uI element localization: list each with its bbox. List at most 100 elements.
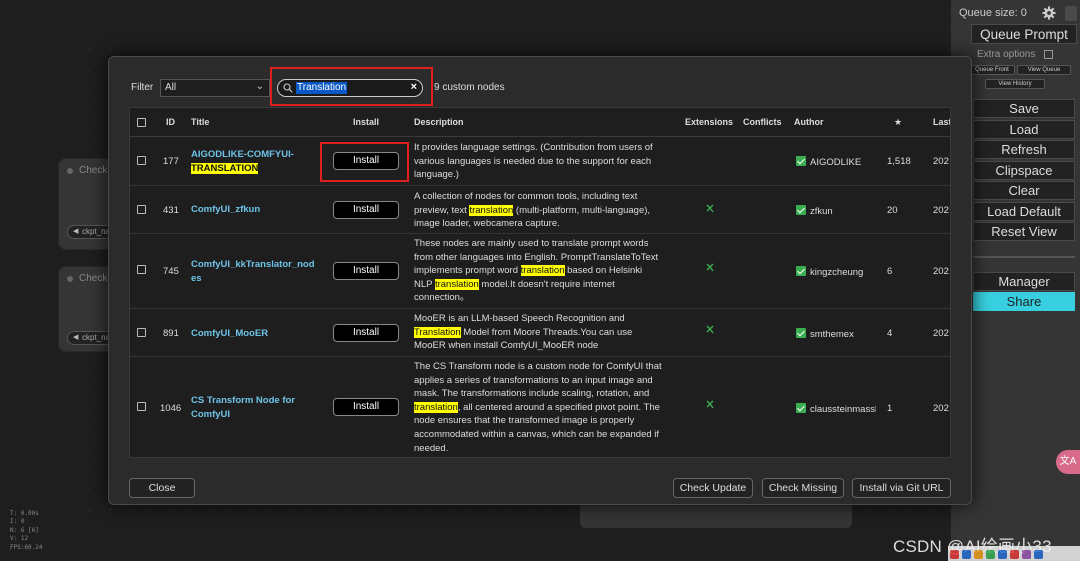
install-button[interactable]: Install bbox=[333, 398, 399, 416]
gear-icon[interactable] bbox=[1042, 6, 1056, 20]
column-header-description[interactable]: Description bbox=[414, 117, 464, 127]
extension-icon[interactable] bbox=[705, 204, 715, 214]
description-text: NLP bbox=[414, 278, 435, 290]
table-header: ID Title Install Description Extensions … bbox=[130, 108, 950, 137]
view-queue-button[interactable]: View Queue bbox=[1017, 65, 1071, 75]
row-checkbox[interactable] bbox=[137, 265, 146, 274]
node-last-update: 202 bbox=[933, 266, 949, 277]
node-description: The CS Transform node is a custom node f… bbox=[414, 360, 676, 455]
search-input[interactable]: Translation × bbox=[277, 79, 423, 97]
manager-button[interactable]: Manager bbox=[973, 272, 1075, 291]
clear-button[interactable]: Clear bbox=[973, 181, 1075, 200]
queue-front-button[interactable]: Queue Front bbox=[969, 65, 1015, 75]
node-author[interactable]: kingzcheung bbox=[796, 266, 863, 278]
tray-icon[interactable] bbox=[1010, 550, 1019, 559]
node-title-link[interactable]: CS Transform Node for ComfyUI bbox=[191, 394, 323, 421]
tray-icon[interactable] bbox=[962, 550, 971, 559]
node-stars: 1,518 bbox=[887, 156, 911, 167]
node-id: 177 bbox=[163, 156, 179, 167]
node-id: 431 bbox=[163, 205, 179, 216]
install-via-git-url-button[interactable]: Install via Git URL bbox=[852, 478, 951, 498]
tray-icon[interactable] bbox=[1034, 550, 1043, 559]
load-button[interactable]: Load bbox=[973, 120, 1075, 139]
arrow-left-icon[interactable]: ◀ bbox=[73, 227, 78, 235]
node-collapse-dot[interactable] bbox=[67, 276, 73, 282]
description-text: implements prompt word bbox=[414, 265, 521, 277]
tray-icon[interactable] bbox=[950, 550, 959, 559]
queue-prompt-button[interactable]: Queue Prompt bbox=[971, 24, 1077, 44]
filter-select-value: All bbox=[165, 82, 177, 93]
description-line: language.) bbox=[414, 169, 459, 181]
tray-icon[interactable] bbox=[986, 550, 995, 559]
node-title-link[interactable]: ComfyUI_kkTranslator_nod es bbox=[191, 258, 323, 285]
node-collapse-dot[interactable] bbox=[67, 168, 73, 174]
node-title-link[interactable]: ComfyUI_zfkun bbox=[191, 203, 323, 217]
extension-icon[interactable] bbox=[705, 400, 715, 410]
table-row: 177 AIGODLIKE-COMFYUI- TRANSLATION Insta… bbox=[130, 137, 950, 186]
search-match-highlight: Translation bbox=[414, 326, 461, 338]
extra-options-checkbox[interactable] bbox=[1044, 50, 1053, 59]
node-author[interactable]: smthemex bbox=[796, 328, 854, 340]
description-line: NLP translation model.It doesn't require… bbox=[414, 278, 676, 292]
filter-label: Filter bbox=[131, 82, 154, 93]
row-checkbox[interactable] bbox=[137, 328, 146, 337]
column-header-id[interactable]: ID bbox=[166, 117, 175, 127]
column-header-author[interactable]: Author bbox=[794, 117, 824, 127]
column-header-conflicts[interactable]: Conflicts bbox=[743, 117, 782, 127]
clipspace-button[interactable]: Clipspace bbox=[973, 161, 1075, 180]
node-last-update: 202 bbox=[933, 205, 949, 216]
tray-icon[interactable] bbox=[974, 550, 983, 559]
install-button[interactable]: Install bbox=[333, 201, 399, 219]
column-header-title[interactable]: Title bbox=[191, 117, 209, 127]
column-header-install[interactable]: Install bbox=[353, 117, 379, 127]
table-row: 1046 CS Transform Node for ComfyUI Insta… bbox=[130, 357, 950, 457]
column-header-stars[interactable]: ★ bbox=[894, 117, 902, 128]
node-author[interactable]: claussteinmassl bbox=[796, 403, 876, 415]
check-missing-button[interactable]: Check Missing bbox=[762, 478, 844, 498]
table-row: 431 ComfyUI_zfkun Install A collection o… bbox=[130, 186, 950, 234]
close-button[interactable]: Close bbox=[129, 478, 195, 498]
description-line: implements prompt word translation based… bbox=[414, 264, 676, 278]
translate-icon[interactable]: 文A bbox=[1056, 450, 1080, 474]
row-checkbox[interactable] bbox=[137, 205, 146, 214]
system-tray bbox=[948, 546, 1080, 561]
description-text: Model from Moore Threads.You can use bbox=[460, 326, 633, 338]
node-title-part: ComfyUI bbox=[191, 408, 231, 420]
column-header-last[interactable]: Last bbox=[933, 117, 950, 127]
node-author[interactable]: AIGODLIKE bbox=[796, 156, 861, 168]
close-icon[interactable]: × bbox=[411, 81, 417, 93]
description-line: various languages is needed due to the s… bbox=[414, 155, 652, 167]
arrow-left-icon[interactable]: ◀ bbox=[73, 333, 78, 341]
tray-icon[interactable] bbox=[1022, 550, 1031, 559]
select-all-checkbox[interactable] bbox=[137, 118, 146, 127]
reset-view-button[interactable]: Reset View bbox=[973, 222, 1075, 241]
node-stars: 1 bbox=[887, 403, 893, 414]
extension-icon[interactable] bbox=[705, 263, 715, 273]
extension-icon[interactable] bbox=[705, 325, 715, 335]
row-checkbox[interactable] bbox=[137, 156, 146, 165]
menu-drag-handle[interactable] bbox=[1065, 6, 1077, 21]
view-history-button[interactable]: View History bbox=[985, 79, 1045, 89]
node-title-link[interactable]: AIGODLIKE-COMFYUI- TRANSLATION bbox=[191, 148, 323, 175]
check-update-button[interactable]: Check Update bbox=[673, 478, 753, 498]
install-button[interactable]: Install bbox=[333, 262, 399, 280]
author-name: kingzcheung bbox=[810, 267, 864, 278]
stat-line: I: 0 bbox=[10, 518, 25, 526]
node-author[interactable]: zfkun bbox=[796, 205, 833, 217]
filter-select[interactable]: All ⌄ bbox=[160, 79, 270, 97]
load-default-button[interactable]: Load Default bbox=[973, 202, 1075, 221]
refresh-button[interactable]: Refresh bbox=[973, 140, 1075, 159]
row-checkbox[interactable] bbox=[137, 402, 146, 411]
node-title-link[interactable]: ComfyUI_MooER bbox=[191, 327, 323, 341]
search-input-value: Translation bbox=[296, 82, 348, 94]
search-match-highlight: TRANSLATION bbox=[191, 162, 259, 174]
tray-icon[interactable] bbox=[998, 550, 1007, 559]
result-count: 9 custom nodes bbox=[434, 82, 505, 93]
save-button[interactable]: Save bbox=[973, 99, 1075, 118]
node-stars: 20 bbox=[887, 205, 898, 216]
node-last-update: 202 bbox=[933, 156, 949, 167]
share-button[interactable]: Share bbox=[973, 292, 1075, 311]
column-header-extensions[interactable]: Extensions bbox=[685, 117, 733, 127]
install-button[interactable]: Install bbox=[333, 324, 399, 342]
description-line: connection。 bbox=[414, 292, 470, 304]
